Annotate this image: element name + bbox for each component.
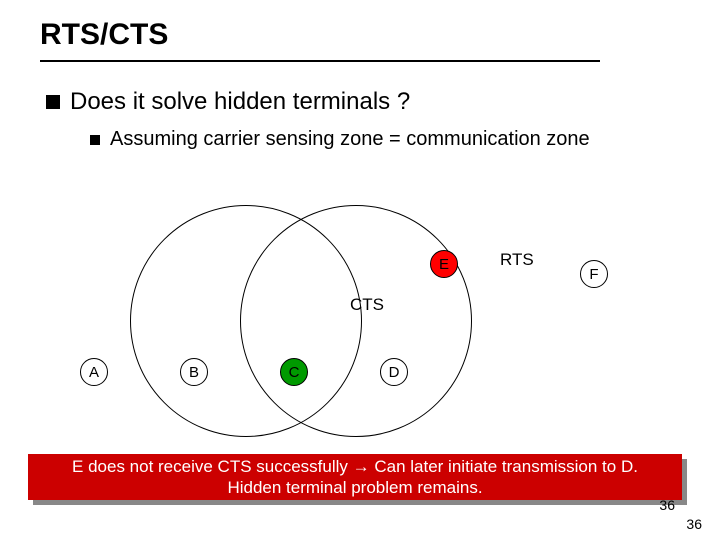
node-e: E xyxy=(430,250,458,278)
title-rule xyxy=(40,60,600,62)
node-a: A xyxy=(80,358,108,386)
square-bullet-icon xyxy=(90,135,100,145)
bullet-main: Does it solve hidden terminals ? xyxy=(46,88,410,116)
label-rts: RTS xyxy=(500,250,534,270)
bullet-main-text: Does it solve hidden terminals ? xyxy=(70,88,410,116)
footer-line2: Hidden terminal problem remains. xyxy=(227,477,482,498)
bullet-sub-text: Assuming carrier sensing zone = communic… xyxy=(110,128,590,151)
range-circle-right xyxy=(240,205,472,437)
footer-callout: E does not receive CTS successfully → Ca… xyxy=(28,454,682,500)
square-bullet-icon xyxy=(46,95,60,109)
node-c-label: C xyxy=(289,364,300,381)
label-cts: CTS xyxy=(350,295,384,315)
node-f-label: F xyxy=(589,266,598,283)
footer-line1: E does not receive CTS successfully → Ca… xyxy=(72,456,638,477)
node-f: F xyxy=(580,260,608,288)
node-d-label: D xyxy=(389,364,400,381)
slide-title: RTS/CTS xyxy=(40,18,168,52)
node-b: B xyxy=(180,358,208,386)
node-c: C xyxy=(280,358,308,386)
slide: RTS/CTS Does it solve hidden terminals ?… xyxy=(0,0,720,540)
diagram: A B C D E F RTS CTS xyxy=(60,195,660,445)
node-b-label: B xyxy=(189,364,199,381)
bullet-sub: Assuming carrier sensing zone = communic… xyxy=(90,128,590,151)
page-number: 36 xyxy=(659,497,675,513)
node-a-label: A xyxy=(89,364,99,381)
node-e-label: E xyxy=(439,256,449,273)
node-d: D xyxy=(380,358,408,386)
page-number-dup: 36 xyxy=(686,516,702,532)
